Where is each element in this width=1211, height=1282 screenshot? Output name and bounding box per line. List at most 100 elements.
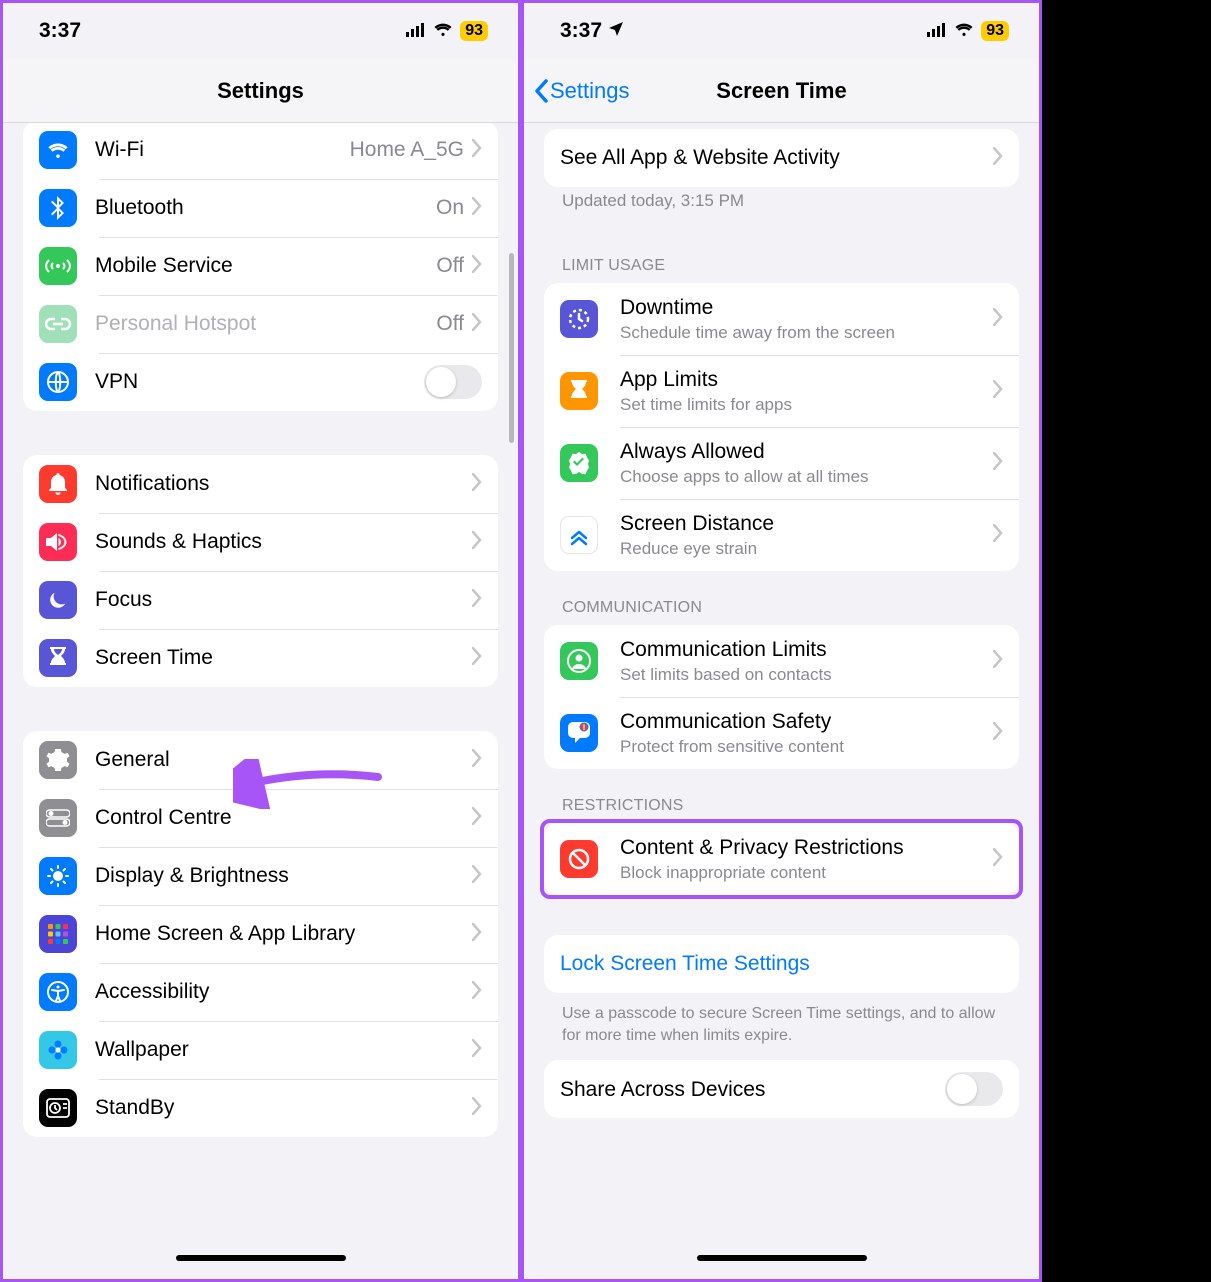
row-display[interactable]: Display & Brightness <box>23 847 498 905</box>
row-communication-safety[interactable]: Communication Safety Protect from sensit… <box>544 697 1019 769</box>
row-label: See All App & Website Activity <box>560 145 993 170</box>
row-mobile-service[interactable]: Mobile Service Off <box>23 237 498 295</box>
row-value: Off <box>436 312 464 336</box>
status-bar: 3:37 93 <box>524 3 1039 59</box>
section-limit-usage: LIMIT USAGE <box>524 229 1039 283</box>
row-label: Screen Time <box>95 645 472 670</box>
row-see-all-activity[interactable]: See All App & Website Activity <box>544 129 1019 187</box>
lock-note: Use a passcode to secure Screen Time set… <box>524 993 1039 1060</box>
row-notifications[interactable]: Notifications <box>23 455 498 513</box>
row-vpn[interactable]: VPN <box>23 353 498 411</box>
contact-icon <box>560 642 598 680</box>
flower-icon <box>39 1031 77 1069</box>
chevron-right-icon <box>472 981 482 1004</box>
vpn-toggle[interactable] <box>424 365 482 399</box>
row-communication-limits[interactable]: Communication Limits Set limits based on… <box>544 625 1019 697</box>
row-always-allowed[interactable]: Always Allowed Choose apps to allow at a… <box>544 427 1019 499</box>
battery-badge: 93 <box>981 21 1009 41</box>
row-sub: Reduce eye strain <box>620 538 993 559</box>
row-general[interactable]: General <box>23 731 498 789</box>
row-label: Lock Screen Time Settings <box>560 951 1003 976</box>
chevron-left-icon <box>534 79 548 103</box>
scrollbar[interactable] <box>509 253 514 443</box>
clock: 3:37 <box>39 19 81 43</box>
check-badge-icon <box>560 444 598 482</box>
wifi-icon <box>39 131 77 169</box>
row-sub: Protect from sensitive content <box>620 736 993 757</box>
home-indicator[interactable] <box>176 1255 346 1261</box>
row-label: Wi-Fi <box>95 137 350 162</box>
row-control-centre[interactable]: Control Centre <box>23 789 498 847</box>
row-sub: Choose apps to allow at all times <box>620 466 993 487</box>
chevron-right-icon <box>993 524 1003 547</box>
row-label: VPN <box>95 369 424 394</box>
row-label: General <box>95 747 472 772</box>
clock-icon <box>39 1089 77 1127</box>
chat-bubble-icon <box>560 714 598 752</box>
link-icon <box>39 305 77 343</box>
switches-icon <box>39 799 77 837</box>
screen-time-list[interactable]: See All App & Website Activity Updated t… <box>524 123 1039 1279</box>
section-communication: COMMUNICATION <box>524 571 1039 625</box>
row-home-screen[interactable]: Home Screen & App Library <box>23 905 498 963</box>
person-icon <box>39 973 77 1011</box>
row-label: App Limits <box>620 367 993 392</box>
row-label: Share Across Devices <box>560 1077 945 1102</box>
downtime-icon <box>560 300 598 338</box>
row-screen-distance[interactable]: Screen Distance Reduce eye strain <box>544 499 1019 571</box>
chevron-right-icon <box>472 923 482 946</box>
row-value: On <box>436 196 464 220</box>
chevron-right-icon <box>993 380 1003 403</box>
grid-icon <box>39 915 77 953</box>
row-bluetooth[interactable]: Bluetooth On <box>23 179 498 237</box>
row-share-across-devices[interactable]: Share Across Devices <box>544 1060 1019 1118</box>
chevron-right-icon <box>993 722 1003 745</box>
home-indicator[interactable] <box>697 1255 867 1261</box>
row-accessibility[interactable]: Accessibility <box>23 963 498 1021</box>
row-sub: Set limits based on contacts <box>620 664 993 685</box>
screen-time-screen: 3:37 93 Settings Screen Time See All App… <box>521 0 1042 1282</box>
row-label: Home Screen & App Library <box>95 921 472 946</box>
row-lock-settings[interactable]: Lock Screen Time Settings <box>544 935 1019 993</box>
page-title: Screen Time <box>716 78 846 104</box>
nav-bar: Settings <box>3 59 518 123</box>
row-content-privacy[interactable]: Content & Privacy Restrictions Block ina… <box>544 823 1019 895</box>
row-sounds[interactable]: Sounds & Haptics <box>23 513 498 571</box>
chevron-right-icon <box>472 473 482 496</box>
row-app-limits[interactable]: App Limits Set time limits for apps <box>544 355 1019 427</box>
row-label: Display & Brightness <box>95 863 472 888</box>
row-screen-time[interactable]: Screen Time <box>23 629 498 687</box>
cellular-icon <box>927 19 947 43</box>
chevron-right-icon <box>472 647 482 670</box>
chevron-right-icon <box>472 313 482 336</box>
bell-icon <box>39 465 77 503</box>
chevron-right-icon <box>472 865 482 888</box>
row-personal-hotspot[interactable]: Personal Hotspot Off <box>23 295 498 353</box>
row-value: Off <box>436 254 464 278</box>
back-button[interactable]: Settings <box>534 78 630 104</box>
wifi-icon <box>433 19 453 43</box>
chevron-right-icon <box>993 147 1003 170</box>
share-toggle[interactable] <box>945 1072 1003 1106</box>
row-wifi[interactable]: Wi-Fi Home A_5G <box>23 123 498 179</box>
chevron-right-icon <box>472 531 482 554</box>
row-sub: Set time limits for apps <box>620 394 993 415</box>
row-wallpaper[interactable]: Wallpaper <box>23 1021 498 1079</box>
row-focus[interactable]: Focus <box>23 571 498 629</box>
chevron-right-icon <box>472 749 482 772</box>
row-value: Home A_5G <box>350 138 464 162</box>
row-label: Communication Safety <box>620 709 993 734</box>
row-label: StandBy <box>95 1095 472 1120</box>
row-label: Control Centre <box>95 805 472 830</box>
antenna-icon <box>39 247 77 285</box>
hourglass-icon <box>560 372 598 410</box>
chevron-right-icon <box>472 1097 482 1120</box>
chevron-right-icon <box>472 139 482 162</box>
settings-list[interactable]: Wi-Fi Home A_5G Bluetooth On Mobile Serv… <box>3 123 518 1279</box>
row-label: Mobile Service <box>95 253 436 278</box>
chevron-right-icon <box>993 650 1003 673</box>
row-label: Always Allowed <box>620 439 993 464</box>
row-standby[interactable]: StandBy <box>23 1079 498 1137</box>
row-downtime[interactable]: Downtime Schedule time away from the scr… <box>544 283 1019 355</box>
cellular-icon <box>406 19 426 43</box>
